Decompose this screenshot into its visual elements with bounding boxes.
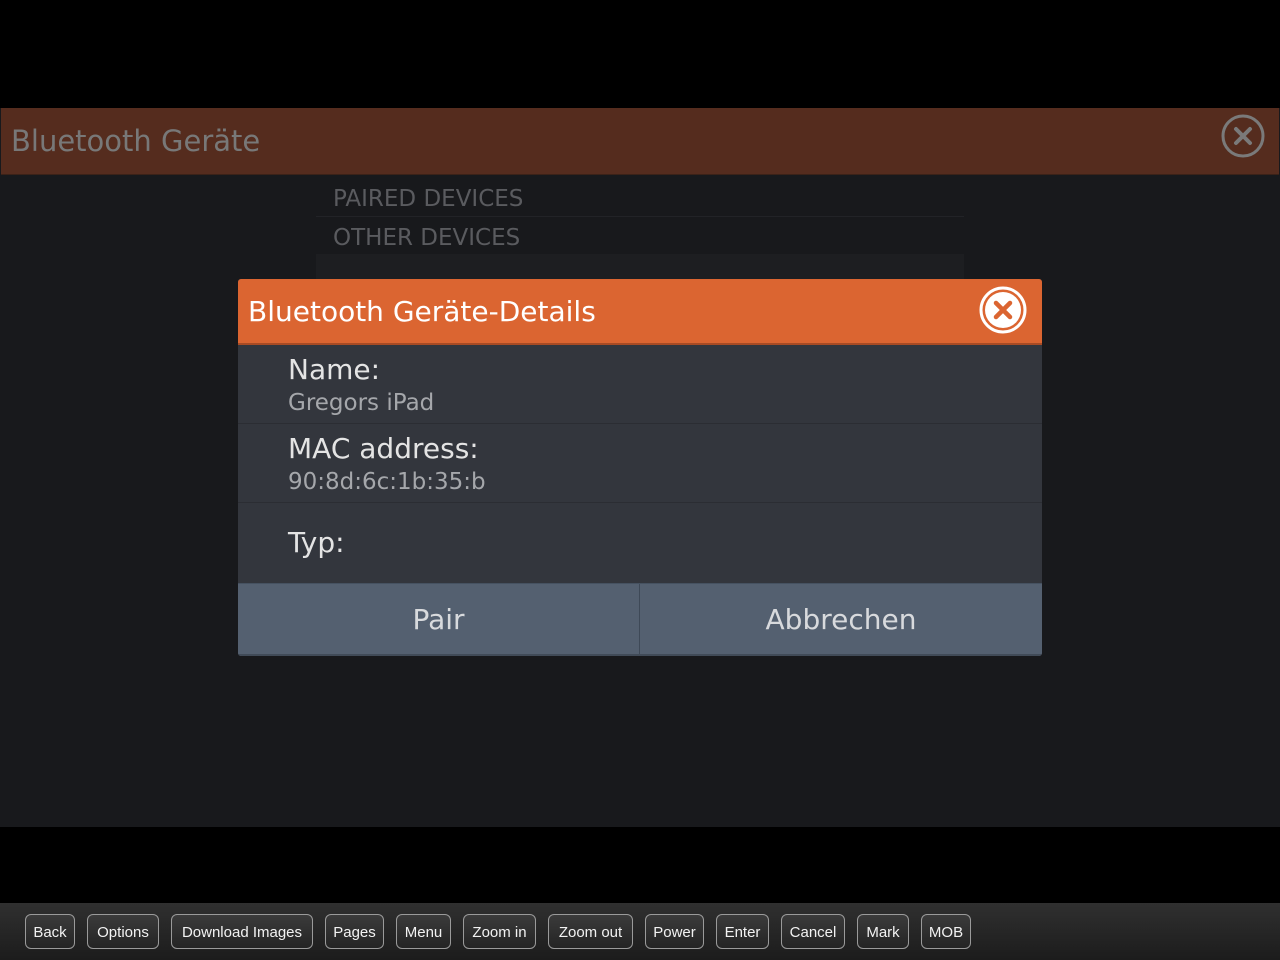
menu-button[interactable]: Menu	[396, 914, 451, 949]
dialog-button-bar: Pair Abbrechen	[238, 583, 1042, 656]
mob-button[interactable]: MOB	[921, 914, 971, 949]
dialog-header: Bluetooth Geräte-Details	[238, 279, 1042, 345]
close-icon[interactable]	[978, 285, 1028, 335]
divider	[316, 216, 964, 217]
button-bar-shadow	[238, 654, 1042, 656]
screen: Bluetooth Geräte PAIRED DEVICES OTHER DE…	[0, 0, 1280, 960]
power-button[interactable]: Power	[645, 914, 704, 949]
field-label-name: Name:	[288, 353, 381, 386]
field-label-type: Typ:	[288, 526, 345, 559]
list-item-paired-devices[interactable]: PAIRED DEVICES	[333, 186, 523, 212]
bottom-toolbar: Back Options Download Images Pages Menu …	[0, 903, 1280, 960]
field-value-mac-address: 90:8d:6c:1b:35:b	[288, 469, 486, 495]
field-label-mac-address: MAC address:	[288, 432, 479, 465]
zoom-out-button[interactable]: Zoom out	[548, 914, 633, 949]
field-mac-address: MAC address: 90:8d:6c:1b:35:b	[238, 424, 1042, 503]
zoom-in-button[interactable]: Zoom in	[463, 914, 536, 949]
field-name: Name: Gregors iPad	[238, 345, 1042, 424]
mark-button[interactable]: Mark	[857, 914, 909, 949]
options-button[interactable]: Options	[87, 914, 159, 949]
download-images-button[interactable]: Download Images	[171, 914, 313, 949]
dialog-title: Bluetooth Geräte-Details	[248, 295, 596, 328]
cancel-button[interactable]: Abbrechen	[640, 584, 1042, 655]
pair-button[interactable]: Pair	[238, 584, 640, 655]
field-value-name: Gregors iPad	[288, 390, 435, 416]
device-details-dialog: Bluetooth Geräte-Details Name: Gregors i…	[238, 279, 1042, 656]
close-icon[interactable]	[1221, 114, 1265, 158]
device-list: PAIRED DEVICES OTHER DEVICES	[316, 174, 964, 284]
window-title: Bluetooth Geräte	[11, 124, 261, 158]
window-header: Bluetooth Geräte	[1, 108, 1279, 175]
back-button[interactable]: Back	[25, 914, 75, 949]
toolbar-cancel-button[interactable]: Cancel	[781, 914, 845, 949]
list-item-other-devices[interactable]: OTHER DEVICES	[333, 225, 520, 251]
pages-button[interactable]: Pages	[325, 914, 384, 949]
enter-button[interactable]: Enter	[716, 914, 769, 949]
field-type: Typ:	[238, 503, 1042, 581]
